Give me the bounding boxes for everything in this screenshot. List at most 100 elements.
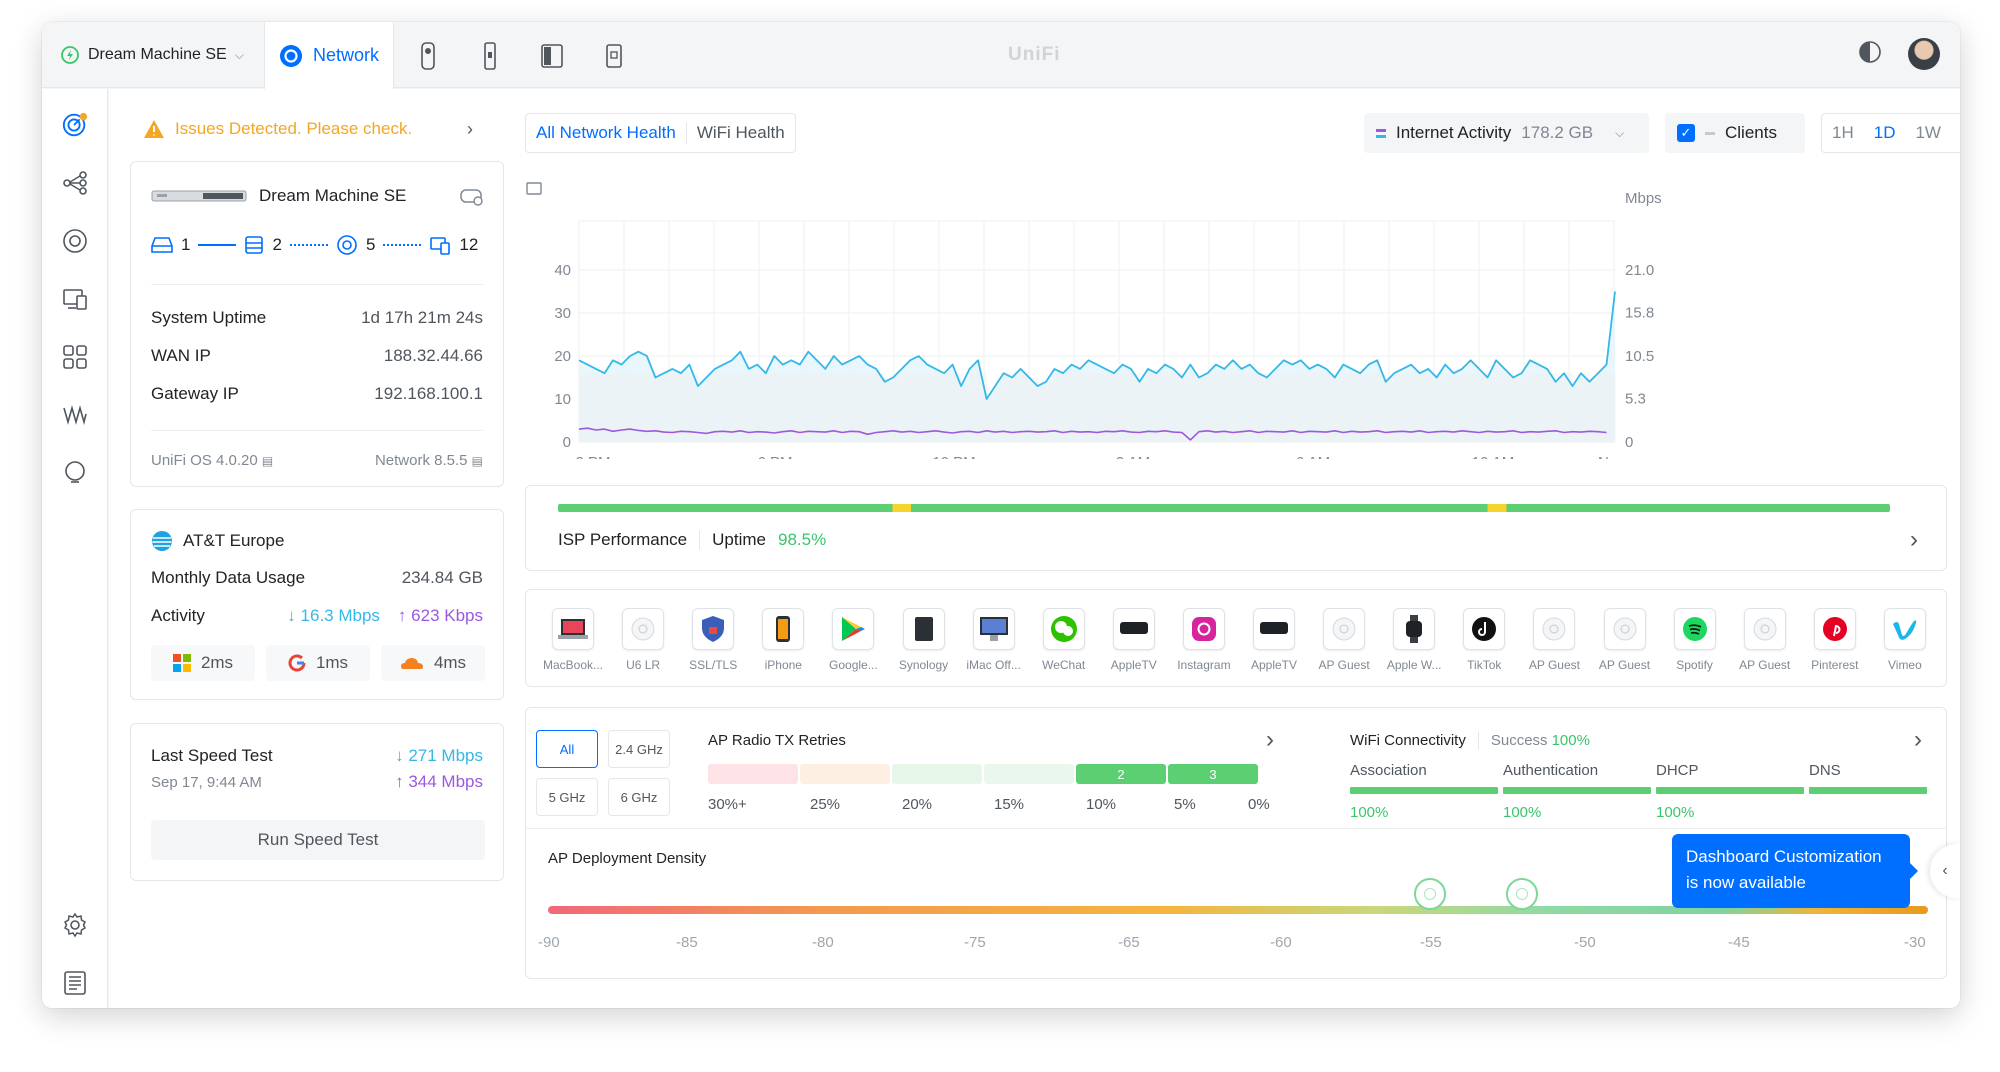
chevron-right-icon[interactable]: › — [1910, 526, 1918, 554]
band-all-button[interactable]: All — [536, 730, 598, 768]
google-icon — [288, 654, 306, 672]
console-selector[interactable]: Dream Machine SE ⌵ — [60, 42, 244, 68]
range-1h[interactable]: 1H — [1822, 123, 1864, 143]
arrow-down-icon: ↓ — [395, 746, 404, 765]
issues-alert[interactable]: Issues Detected. Please check. › — [143, 113, 483, 145]
sidebar-item-client-devices[interactable] — [61, 285, 89, 313]
range-1m[interactable]: 1M — [1951, 123, 1960, 143]
client-app-tile[interactable]: AppleTV — [1241, 608, 1307, 688]
client-app-label: Spotify — [1676, 658, 1713, 672]
range-1w[interactable]: 1W — [1905, 123, 1951, 143]
sidebar-item-unifi-devices[interactable] — [61, 227, 89, 255]
clients-bar — [986, 399, 996, 442]
clients-bar — [629, 373, 639, 442]
uptime-row: System Uptime 1d 17h 21m 24s — [151, 308, 483, 328]
band-5ghz-button[interactable]: 5 GHz — [536, 778, 598, 816]
isp-card[interactable]: AT&T Europe Monthly Data Usage 234.84 GB… — [130, 509, 504, 700]
client-app-label: U6 LR — [626, 658, 661, 672]
talk-phone-icon[interactable] — [536, 40, 568, 72]
isp-performance-card[interactable]: ISP Performance Uptime 98.5% › — [525, 485, 1947, 571]
client-app-tile[interactable]: SSL/TLS — [680, 608, 746, 688]
wifi-connectivity-title: WiFi Connectivity — [1350, 732, 1466, 749]
band-2-4ghz-button[interactable]: 2.4 GHz — [608, 730, 670, 768]
os-version[interactable]: UniFi OS 4.0.20 ▤ — [151, 452, 273, 469]
client-app-tile[interactable]: Pinterest — [1802, 608, 1868, 688]
client-app-tile[interactable]: AP Guest — [1592, 608, 1658, 688]
access-reader-icon[interactable] — [474, 40, 506, 72]
internet-activity-chart[interactable]: 40 30 20 10 0 21.0 15.8 10.5 5.3 0 Mbps 2 PM 6 PM 10 … — [525, 169, 1955, 459]
client-app-tile[interactable]: iPhone — [750, 608, 816, 688]
activity-label: Activity — [151, 606, 205, 625]
tab-wifi-health[interactable]: WiFi Health — [687, 123, 795, 143]
customization-tooltip[interactable]: Dashboard Customization is now available — [1672, 834, 1918, 908]
sidebar-item-topology[interactable] — [61, 169, 89, 197]
client-app-label: WeChat — [1042, 658, 1086, 672]
unifi-logo: UniFi — [1008, 44, 1061, 65]
client-app-tile[interactable]: AppleTV — [1101, 608, 1167, 688]
client-app-tile[interactable]: Spotify — [1662, 608, 1728, 688]
client-app-tile[interactable]: Vimeo — [1872, 608, 1938, 688]
client-app-label: Google... — [829, 658, 878, 672]
link-dotted — [289, 244, 328, 246]
shield-lock-icon — [692, 608, 735, 650]
protect-camera-icon[interactable] — [412, 40, 444, 72]
gateway-ip-row: Gateway IP 192.168.100.1 — [151, 384, 483, 404]
y-tick-right: 21.0 — [1625, 262, 1654, 279]
sidebar-item-logs[interactable] — [61, 969, 89, 997]
gateway-settings-icon[interactable] — [459, 184, 485, 213]
client-app-tile[interactable]: Google... — [820, 608, 886, 688]
y-tick-right: 15.8 — [1625, 305, 1654, 322]
sidebar-item-settings[interactable] — [61, 911, 89, 939]
client-app-label: MacBook... — [542, 658, 604, 672]
client-app-tile[interactable]: TikTok — [1451, 608, 1517, 688]
client-app-tile[interactable]: AP Guest — [1521, 608, 1587, 688]
client-app-label: AP Guest — [1318, 658, 1370, 672]
user-avatar[interactable] — [1908, 38, 1940, 70]
range-1d[interactable]: 1D — [1864, 123, 1906, 143]
clients-checkbox[interactable]: ✓ — [1677, 124, 1695, 142]
tab-all-network-health[interactable]: All Network Health — [526, 123, 686, 143]
instagram-icon — [1182, 608, 1225, 650]
tab-network[interactable]: Network — [264, 22, 394, 89]
wan-ip-value: 188.32.44.66 — [383, 346, 483, 365]
client-app-tile[interactable]: WeChat — [1031, 608, 1097, 688]
sidebar-item-innerspace[interactable] — [61, 459, 89, 487]
tooltip-line-1: Dashboard Customization — [1686, 847, 1882, 866]
client-app-tile[interactable]: AP Guest — [1311, 608, 1377, 688]
download-rate-text: 16.3 Mbps — [300, 606, 380, 625]
client-app-tile[interactable]: Synology — [891, 608, 957, 688]
connect-device-icon[interactable] — [598, 40, 630, 72]
run-speed-test-button[interactable]: Run Speed Test — [151, 820, 485, 860]
ap-density-marker[interactable] — [1414, 878, 1446, 910]
chevron-right-icon[interactable]: › — [1914, 726, 1922, 754]
isp-performance-row: ISP Performance Uptime 98.5% — [558, 530, 826, 550]
clients-bar — [995, 386, 1005, 442]
logs-list-icon — [64, 971, 86, 995]
retry-segment-15 — [984, 764, 1074, 784]
chevron-down-icon: ⌵ — [234, 47, 244, 62]
top-clients-strip: MacBook... U6 LR SSL/TLS iPhone Google... Syn… — [525, 589, 1947, 687]
chevron-right-icon[interactable]: › — [1266, 726, 1274, 754]
clients-icon — [63, 289, 87, 310]
client-app-tile[interactable]: MacBook... — [540, 608, 606, 688]
latency-value: 2ms — [200, 653, 234, 672]
band-6ghz-button[interactable]: 6 GHz — [608, 778, 670, 816]
internet-activity-selector[interactable]: Internet Activity 178.2 GB ⌵ — [1364, 113, 1649, 153]
sidebar-item-insights[interactable] — [61, 401, 89, 429]
gateway-card[interactable]: Dream Machine SE 1 2 5 12 System Uptime … — [130, 161, 504, 487]
client-app-tile[interactable]: Apple W... — [1381, 608, 1447, 688]
client-app-tile[interactable]: AP Guest — [1732, 608, 1798, 688]
network-version[interactable]: Network 8.5.5 ▤ — [375, 452, 483, 469]
gateway-ip-value: 192.168.100.1 — [374, 384, 483, 403]
client-app-tile[interactable]: U6 LR — [610, 608, 676, 688]
sidebar-item-dashboard[interactable] — [61, 111, 89, 139]
wan-ip-row: WAN IP 188.32.44.66 — [151, 346, 483, 366]
client-app-tile[interactable]: Instagram — [1171, 608, 1237, 688]
sidebar-item-apps[interactable] — [61, 343, 89, 371]
theme-toggle-icon[interactable] — [1858, 40, 1882, 69]
clients-toggle[interactable]: ✓ Clients — [1665, 113, 1805, 153]
clients-bar — [579, 373, 588, 442]
client-app-label: iPhone — [764, 658, 802, 672]
client-app-tile[interactable]: iMac Off... — [961, 608, 1027, 688]
isp-name: AT&T Europe — [183, 531, 285, 550]
